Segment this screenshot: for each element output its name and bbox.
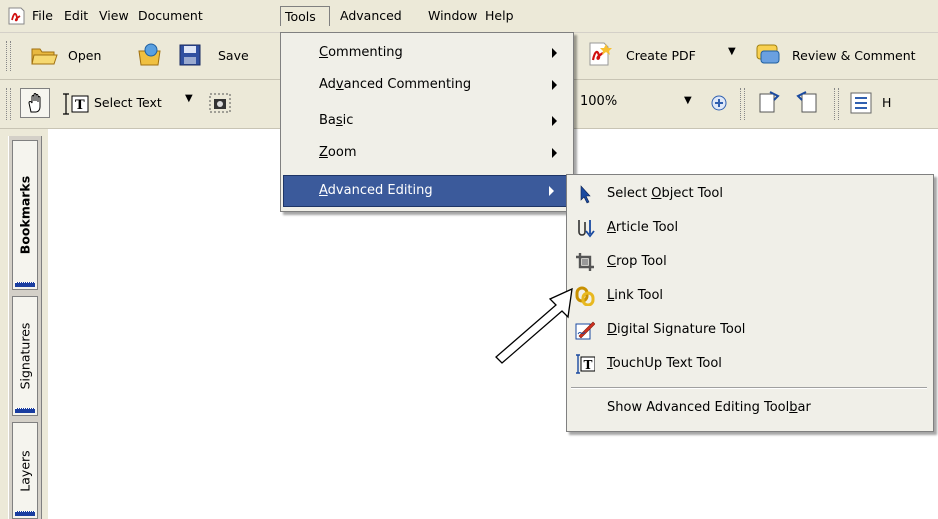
tab-signatures[interactable]: Signatures	[12, 296, 38, 416]
arrow-pointer-icon	[580, 185, 591, 204]
menu-item-label: Basic	[319, 113, 354, 128]
submenu-arrow-icon	[552, 48, 557, 58]
zoom-field[interactable]: 100%	[578, 90, 658, 114]
toolbar-grip[interactable]	[6, 88, 11, 120]
create-pdf-icon	[589, 42, 612, 66]
menu-edit[interactable]: Edit	[64, 8, 88, 23]
menu-item-show-advanced-editing-toolbar[interactable]: Show Advanced Editing Toolbar	[569, 391, 931, 425]
snapshot-camera-icon[interactable]	[208, 92, 232, 114]
menu-item-label: Link Tool	[607, 288, 664, 303]
menu-view[interactable]: View	[99, 8, 129, 23]
toolbar-separator	[834, 88, 839, 120]
annotation-arrow-icon	[495, 287, 573, 364]
rotate-clockwise-icon[interactable]	[756, 90, 782, 116]
how-to-icon[interactable]	[848, 90, 874, 116]
crop-icon	[576, 253, 594, 271]
toolbar-separator	[740, 88, 745, 120]
review-comment-button[interactable]: Review & Comment	[792, 48, 916, 63]
menu-item-label: TouchUp Text Tool	[607, 356, 722, 371]
save-disk-icon	[179, 44, 201, 66]
create-pdf-dropdown-icon[interactable]: ▼	[728, 46, 736, 57]
tab-layers[interactable]: Layers	[12, 422, 38, 519]
menu-bar: File Edit View Document Tools Advanced W…	[0, 0, 938, 33]
menu-document[interactable]: Document	[138, 8, 203, 23]
tab-signatures-indicator	[15, 408, 35, 413]
select-text-dropdown-icon[interactable]: ▼	[185, 93, 193, 104]
menu-advanced[interactable]: Advanced	[340, 8, 402, 23]
menu-item-article-tool[interactable]: Article Tool	[569, 211, 931, 245]
submenu-arrow-icon	[552, 80, 557, 90]
hand-icon	[28, 93, 41, 113]
menu-item-select-object-tool[interactable]: Select Object Tool	[569, 177, 931, 211]
menu-separator	[571, 387, 927, 389]
menu-item-label: Crop Tool	[607, 254, 667, 269]
submenu-arrow-icon	[552, 148, 557, 158]
touchup-text-icon: T	[576, 354, 595, 374]
how-to-label[interactable]: H	[882, 95, 891, 110]
menu-tools[interactable]: Tools	[280, 6, 330, 26]
svg-text:T: T	[584, 358, 593, 372]
menu-item-advanced-commenting[interactable]: Advanced Commenting	[283, 71, 571, 103]
organizer-icon[interactable]	[136, 41, 164, 69]
menu-item-digital-signature-tool[interactable]: Digital Signature Tool	[569, 313, 931, 347]
open-folder-icon	[31, 48, 58, 65]
menu-help[interactable]: Help	[485, 8, 514, 23]
acrobat-logo-icon	[8, 7, 25, 25]
menu-item-commenting[interactable]: Commenting	[283, 37, 571, 69]
tab-signatures-label: Signatures	[17, 322, 33, 390]
tools-menu: Commenting Advanced Commenting Basic Zoo…	[280, 32, 574, 212]
svg-text:T: T	[75, 98, 85, 113]
menu-file[interactable]: File	[32, 8, 53, 23]
tab-bookmarks-label: Bookmarks	[17, 175, 33, 255]
menu-item-label: Article Tool	[607, 220, 679, 235]
menu-item-basic[interactable]: Basic	[283, 105, 571, 137]
tab-layers-indicator	[15, 511, 35, 516]
article-icon	[578, 220, 595, 238]
tab-layers-label: Layers	[17, 449, 33, 492]
signature-pen-icon	[575, 321, 595, 340]
menu-item-label: Show Advanced Editing Toolbar	[607, 400, 811, 415]
create-pdf-button[interactable]: Create PDF	[626, 48, 696, 63]
menu-item-touchup-text-tool[interactable]: T TouchUp Text Tool	[569, 347, 931, 381]
menu-item-crop-tool[interactable]: Crop Tool	[569, 245, 931, 279]
menu-item-label: Zoom	[319, 145, 357, 160]
submenu-arrow-icon	[552, 116, 557, 126]
menu-item-label: Select Object Tool	[607, 186, 723, 201]
menu-item-label: Advanced Editing	[319, 183, 433, 198]
review-comment-icon	[756, 44, 780, 64]
menu-window[interactable]: Window	[428, 8, 477, 23]
open-button[interactable]: Open	[68, 48, 101, 63]
hand-tool-button[interactable]	[20, 88, 50, 118]
zoom-in-icon[interactable]	[710, 94, 728, 112]
rotate-counterclockwise-icon[interactable]	[794, 90, 820, 116]
select-text-button[interactable]: Select Text	[94, 95, 162, 110]
submenu-arrow-icon	[549, 186, 554, 196]
zoom-value[interactable]: 100%	[580, 94, 617, 109]
toolbar-grip[interactable]	[6, 41, 11, 71]
zoom-dropdown-icon[interactable]: ▼	[684, 95, 692, 106]
menu-item-label: Digital Signature Tool	[607, 322, 746, 337]
menu-item-zoom[interactable]: Zoom	[283, 139, 571, 171]
menu-item-label: Commenting	[319, 45, 403, 60]
tab-bookmarks[interactable]: Bookmarks	[12, 140, 38, 290]
tab-bookmarks-indicator	[15, 282, 35, 287]
advanced-editing-submenu: Select Object Tool Article Tool Crop Too…	[566, 174, 934, 432]
menu-item-advanced-editing[interactable]: Advanced Editing	[283, 175, 569, 207]
save-button[interactable]: Save	[218, 48, 249, 63]
menu-item-label: Advanced Commenting	[319, 77, 472, 92]
menu-item-link-tool[interactable]: Link Tool	[569, 279, 931, 313]
link-icon	[575, 286, 595, 306]
